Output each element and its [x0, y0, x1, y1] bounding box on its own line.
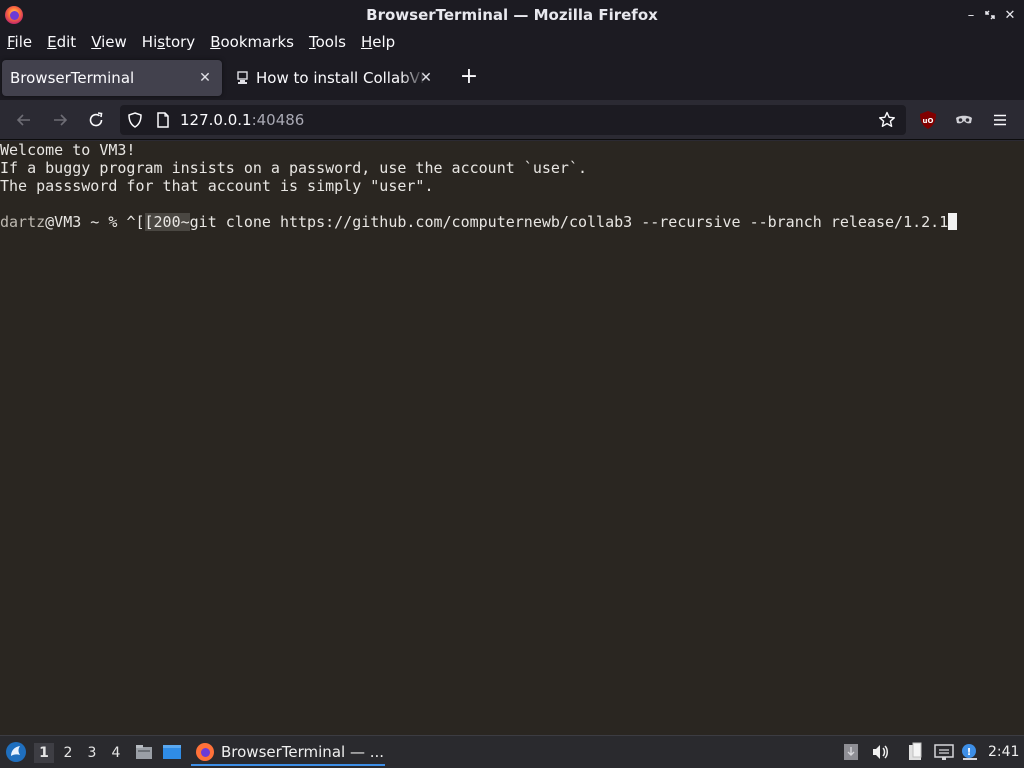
taskbar-item-firefox[interactable]: BrowserTerminal — ...	[191, 739, 385, 766]
bookmark-star-icon[interactable]	[878, 111, 896, 133]
start-menu-icon[interactable]	[5, 741, 27, 763]
tab-label: How to install CollabVM	[256, 69, 426, 87]
window-title: BrowserTerminal — Mozilla Firefox	[366, 6, 658, 24]
prompt-host: @VM3 ~ %	[45, 213, 127, 231]
tracking-protection-icon[interactable]	[126, 111, 144, 133]
menu-item-view[interactable]: View	[91, 30, 127, 55]
workspace-3[interactable]: 3	[82, 743, 102, 763]
menu-item-bookmarks[interactable]: Bookmarks	[210, 30, 294, 55]
terminal-line: The passsword for that account is simply…	[0, 177, 434, 195]
workspace-1[interactable]: 1	[34, 743, 54, 763]
clipboard-icon[interactable]	[906, 742, 926, 762]
notification-icon[interactable]: !	[960, 742, 980, 762]
extension-mask-icon[interactable]	[952, 108, 976, 132]
taskbar-item-label: BrowserTerminal — ...	[221, 742, 385, 761]
tab-how-to-install[interactable]: How to install CollabVM ✕	[228, 60, 443, 96]
forward-icon[interactable]	[48, 108, 72, 132]
workspace-2[interactable]: 2	[58, 743, 78, 763]
new-tab-button[interactable]: +	[458, 66, 480, 88]
menu-item-edit[interactable]: Edit	[47, 30, 76, 55]
volume-icon[interactable]	[870, 742, 890, 762]
paste-marker: [200~	[144, 213, 190, 231]
tab-label: BrowserTerminal	[10, 69, 135, 87]
taskbar: 1234 BrowserTerminal — ... ! 2:41	[0, 735, 1024, 768]
menu-item-tools[interactable]: Tools	[309, 30, 346, 55]
hamburger-menu-icon[interactable]	[988, 108, 1012, 132]
terminal-line: Welcome to VM3!	[0, 141, 136, 159]
url-bar[interactable]: 127.0.0.1:40486	[120, 105, 906, 135]
close-tab-icon[interactable]: ✕	[196, 69, 214, 87]
ublock-origin-icon[interactable]: uO	[916, 108, 940, 132]
workspace-4[interactable]: 4	[106, 743, 126, 763]
minimize-icon[interactable]: –	[962, 6, 980, 24]
navigation-toolbar: 127.0.0.1:40486 uO	[0, 100, 1024, 140]
clock[interactable]: 2:41	[988, 736, 1019, 768]
terminal-cursor	[948, 213, 958, 230]
collabvm-favicon-icon	[237, 71, 248, 84]
svg-text:!: !	[967, 747, 972, 758]
system-tray-notes-icon[interactable]	[843, 742, 863, 762]
firefox-icon	[196, 742, 214, 761]
menu-item-help[interactable]: Help	[361, 30, 395, 55]
close-tab-icon[interactable]: ✕	[417, 69, 435, 87]
menu-item-file[interactable]: File	[7, 30, 32, 55]
menu-item-history[interactable]: History	[142, 30, 195, 55]
back-icon[interactable]	[12, 108, 36, 132]
prompt-user: dartz	[0, 213, 46, 231]
restore-icon[interactable]	[981, 6, 999, 24]
network-icon[interactable]	[933, 742, 954, 762]
paste-escape: ^[	[126, 213, 145, 231]
page-info-icon[interactable]	[154, 111, 172, 133]
url-text[interactable]: 127.0.0.1:40486	[180, 105, 304, 135]
terminal-prompt-line: dartz@VM3 ~ % ^[[200~git clone https://g…	[0, 213, 958, 231]
terminal-line: If a buggy program insists on a password…	[0, 159, 587, 177]
tab-strip: BrowserTerminal ✕ How to install CollabV…	[0, 55, 1024, 100]
reload-icon[interactable]	[84, 108, 108, 132]
close-window-icon[interactable]: ✕	[1001, 6, 1019, 24]
terminal-command: git clone https://github.com/computernew…	[189, 213, 949, 231]
menu-bar: File Edit View History Bookmarks Tools Help	[0, 30, 1024, 55]
tab-browserterminal[interactable]: BrowserTerminal ✕	[2, 60, 222, 96]
terminal-view[interactable]: Welcome to VM3! If a buggy program insis…	[0, 141, 1024, 735]
svg-text:uO: uO	[923, 117, 934, 125]
file-manager-icon[interactable]	[134, 742, 154, 762]
desktop-icon[interactable]	[162, 742, 182, 762]
window-titlebar: BrowserTerminal — Mozilla Firefox – ✕	[0, 0, 1024, 30]
